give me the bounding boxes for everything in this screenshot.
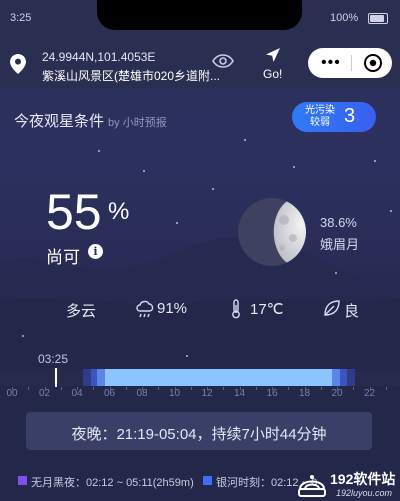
watermark-url: 192luyou.com <box>336 488 393 498</box>
light-pollution-value: 3 <box>344 105 356 127</box>
light-pollution-label: 光污染较弱 <box>305 105 335 128</box>
star <box>293 166 295 168</box>
hour-tick <box>158 387 160 390</box>
hour-tick <box>207 387 208 390</box>
moonless-legend-swatch <box>18 476 27 485</box>
milky-way-legend-swatch <box>203 476 212 485</box>
hour-tick <box>60 387 62 390</box>
observing-subtitle: by 小时预报 <box>108 117 167 129</box>
watermark-logo <box>298 475 326 497</box>
moon-phase-name: 娥眉月 <box>320 237 360 252</box>
hour-tick <box>272 387 273 390</box>
hour-tick <box>353 387 355 390</box>
watermark-name: 192软件站 <box>330 471 396 487</box>
hour-tick <box>320 387 322 390</box>
timeline-twilight-segment <box>83 369 91 386</box>
leaf-icon <box>324 300 340 316</box>
moon-illumination: 38.6% <box>320 215 357 230</box>
cloud-cover: 多云 <box>66 303 97 320</box>
moonless-legend: 无月黑夜：02:12 ~ 05:11(2h59m) <box>31 477 194 489</box>
app-screen: 3:25 100% 24.9944N,101.4053E 紫溪山风景区(楚雄市0… <box>0 0 400 501</box>
star <box>22 335 24 337</box>
hour-tick <box>12 387 13 390</box>
air-quality-value: 良 <box>344 303 360 320</box>
hour-tick <box>125 387 127 390</box>
timeline-twilight-segment <box>340 369 347 386</box>
temperature-value: 17℃ <box>250 301 284 318</box>
timeline-twilight-segment <box>332 369 340 386</box>
observing-title-text: 今夜观星条件 <box>14 113 105 130</box>
hour-tick <box>304 387 306 390</box>
hour-tick <box>109 387 111 390</box>
hour-tick <box>174 387 176 390</box>
hour-tick <box>28 387 30 390</box>
hour-tick <box>77 387 78 390</box>
night-summary: 夜晚：21:19-05:04，持续7小时44分钟 <box>26 412 372 450</box>
timeline-night-segment <box>105 369 332 386</box>
hour-tick <box>93 387 95 390</box>
moon-phase-icon <box>238 198 306 266</box>
star <box>176 222 178 224</box>
thermometer-icon <box>232 299 240 319</box>
observing-quality: 尚可 <box>46 248 80 267</box>
hour-tick <box>190 387 192 390</box>
hour-tick <box>44 387 46 390</box>
star <box>212 188 214 190</box>
night-summary-text: 夜晚：21:19-05:04，持续7小时44分钟 <box>71 426 327 443</box>
info-icon[interactable]: i <box>88 244 103 259</box>
hour-tick <box>142 387 143 390</box>
observing-score: 55 <box>46 184 102 240</box>
star <box>335 272 337 274</box>
timeline-twilight-segment <box>97 369 105 386</box>
current-time-label: 03:25 <box>38 352 69 366</box>
timeline-twilight-segment <box>347 369 355 386</box>
hour-tick <box>239 387 241 390</box>
cloud-rain-icon <box>136 300 154 318</box>
star <box>98 150 100 152</box>
hour-tick <box>288 387 290 390</box>
observing-score-unit: % <box>108 198 130 225</box>
hour-tick <box>337 387 338 390</box>
star <box>244 139 246 141</box>
star <box>390 210 392 212</box>
hour-tick <box>255 387 257 390</box>
humidity-value: 91% <box>157 300 188 317</box>
hour-axis: 00 02 04 06 08 10 12 14 16 18 20 22 <box>0 387 400 401</box>
star <box>186 355 188 357</box>
star <box>374 160 376 162</box>
observing-title: 今夜观星条件 by 小时预报 <box>14 110 167 131</box>
light-pollution-badge[interactable]: 光污染较弱 3 <box>292 102 376 132</box>
hour-tick <box>385 387 387 390</box>
hour-tick <box>223 387 225 390</box>
hour-tick <box>369 387 371 390</box>
star <box>143 170 145 172</box>
current-time-marker <box>55 368 57 387</box>
